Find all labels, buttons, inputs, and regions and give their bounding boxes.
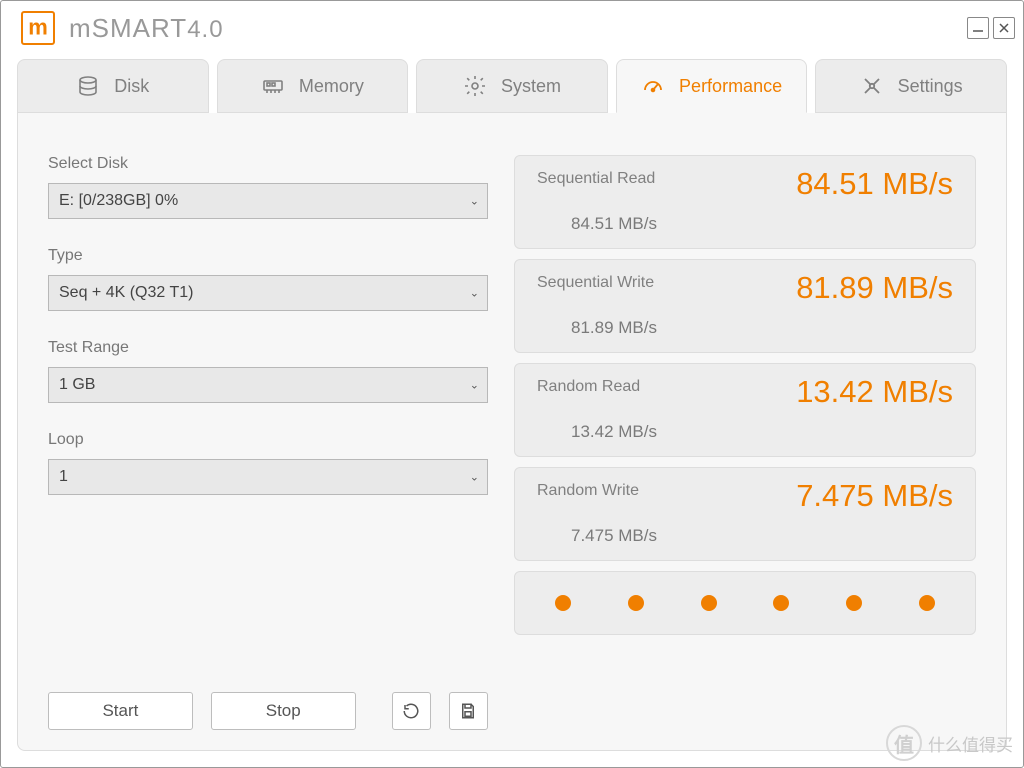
- progress-dot: [919, 595, 935, 611]
- test-range-dropdown[interactable]: 1 GB ⌄: [48, 367, 488, 403]
- chevron-down-icon: ⌄: [470, 195, 479, 208]
- tab-performance[interactable]: Performance: [616, 59, 808, 113]
- card-value-big: 84.51 MB/s: [796, 166, 953, 202]
- card-random-write: Random Write 7.475 MB/s 7.475 MB/s: [514, 467, 976, 561]
- field-loop: Loop 1 ⌄: [48, 431, 488, 495]
- field-label: Type: [48, 247, 488, 265]
- field-type: Type Seq + 4K (Q32 T1) ⌄: [48, 247, 488, 311]
- stop-button[interactable]: Stop: [211, 692, 356, 730]
- loop-dropdown[interactable]: 1 ⌄: [48, 459, 488, 495]
- tab-disk[interactable]: Disk: [17, 59, 209, 113]
- progress-dot: [846, 595, 862, 611]
- card-value-small: 81.89 MB/s: [571, 318, 953, 338]
- gauge-icon: [641, 74, 665, 98]
- progress-dot: [628, 595, 644, 611]
- field-test-range: Test Range 1 GB ⌄: [48, 339, 488, 403]
- chevron-down-icon: ⌄: [470, 471, 479, 484]
- card-value-big: 7.475 MB/s: [796, 478, 953, 514]
- tab-system[interactable]: System: [416, 59, 608, 113]
- source-watermark: 值 什么值得买: [886, 725, 1013, 761]
- select-disk-dropdown[interactable]: E: [0/238GB] 0% ⌄: [48, 183, 488, 219]
- card-value-small: 84.51 MB/s: [571, 214, 953, 234]
- app-logo-icon: m: [21, 11, 55, 45]
- tab-label: System: [501, 76, 561, 97]
- tab-memory[interactable]: Memory: [217, 59, 409, 113]
- memory-icon: [261, 74, 285, 98]
- save-button[interactable]: [449, 692, 488, 730]
- field-label: Test Range: [48, 339, 488, 357]
- chevron-down-icon: ⌄: [470, 287, 479, 300]
- title-bar: m mSMART4.0: [1, 1, 1023, 55]
- close-icon: [998, 22, 1010, 34]
- card-value-big: 81.89 MB/s: [796, 270, 953, 306]
- type-dropdown[interactable]: Seq + 4K (Q32 T1) ⌄: [48, 275, 488, 311]
- content-pane: Select Disk E: [0/238GB] 0% ⌄ Type Seq +…: [17, 113, 1007, 751]
- card-value-small: 7.475 MB/s: [571, 526, 953, 546]
- app-title-version: 4.0: [187, 16, 223, 43]
- select-value: E: [0/238GB] 0%: [59, 192, 178, 210]
- select-value: 1: [59, 468, 68, 486]
- progress-dot: [773, 595, 789, 611]
- left-panel: Select Disk E: [0/238GB] 0% ⌄ Type Seq +…: [48, 155, 488, 730]
- app-title-main: mSMART: [69, 13, 187, 43]
- field-select-disk: Select Disk E: [0/238GB] 0% ⌄: [48, 155, 488, 219]
- button-label: Start: [102, 701, 138, 721]
- field-label: Select Disk: [48, 155, 488, 173]
- select-value: Seq + 4K (Q32 T1): [59, 284, 193, 302]
- card-random-read: Random Read 13.42 MB/s 13.42 MB/s: [514, 363, 976, 457]
- card-value-small: 13.42 MB/s: [571, 422, 953, 442]
- watermark-text: 什么值得买: [928, 731, 1013, 756]
- settings-icon: [860, 74, 884, 98]
- field-label: Loop: [48, 431, 488, 449]
- results-panel: Sequential Read 84.51 MB/s 84.51 MB/s Se…: [514, 155, 976, 730]
- minimize-icon: [972, 22, 984, 34]
- tab-label: Performance: [679, 76, 782, 97]
- disk-icon: [76, 74, 100, 98]
- refresh-button[interactable]: [392, 692, 431, 730]
- start-button[interactable]: Start: [48, 692, 193, 730]
- progress-dot: [701, 595, 717, 611]
- progress-dot: [555, 595, 571, 611]
- card-value-big: 13.42 MB/s: [796, 374, 953, 410]
- tab-label: Settings: [898, 76, 963, 97]
- close-button[interactable]: [993, 17, 1015, 39]
- watermark-icon: 值: [886, 725, 922, 761]
- save-icon: [459, 702, 477, 720]
- action-row: Start Stop: [48, 692, 488, 730]
- app-window: m mSMART4.0 Disk Memory: [0, 0, 1024, 768]
- progress-dots-card: [514, 571, 976, 635]
- chevron-down-icon: ⌄: [470, 379, 479, 392]
- tab-label: Disk: [114, 76, 149, 97]
- button-label: Stop: [266, 701, 301, 721]
- card-sequential-write: Sequential Write 81.89 MB/s 81.89 MB/s: [514, 259, 976, 353]
- refresh-icon: [402, 702, 420, 720]
- tab-label: Memory: [299, 76, 364, 97]
- gear-icon: [463, 74, 487, 98]
- card-sequential-read: Sequential Read 84.51 MB/s 84.51 MB/s: [514, 155, 976, 249]
- tab-settings[interactable]: Settings: [815, 59, 1007, 113]
- tab-bar: Disk Memory System Performance Settings: [1, 59, 1023, 113]
- app-title: mSMART4.0: [69, 13, 224, 44]
- select-value: 1 GB: [59, 376, 95, 394]
- minimize-button[interactable]: [967, 17, 989, 39]
